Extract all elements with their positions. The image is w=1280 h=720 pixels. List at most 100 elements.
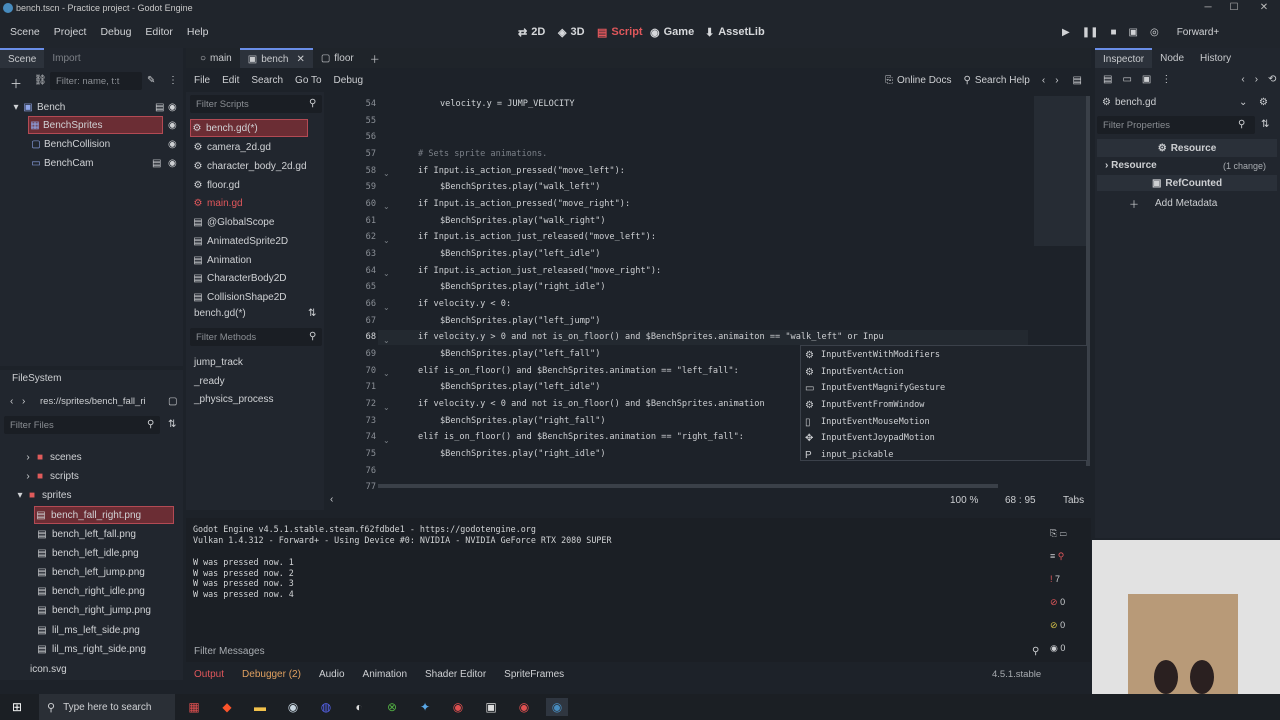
folder-scripts[interactable]: › ■ scripts [22, 467, 79, 485]
doc-item[interactable]: ▤ CharacterBody2D [192, 269, 286, 287]
split-view-icon[interactable]: ▢ [168, 396, 177, 407]
tab-spriteframes[interactable]: SpriteFrames [504, 669, 564, 680]
script-attached-icon[interactable]: ▤ [152, 158, 161, 169]
file-filter-input[interactable]: Filter Files [4, 416, 160, 434]
script-item[interactable]: ⚙ camera_2d.gd [192, 138, 271, 156]
toggle-scripts-panel-icon[interactable]: ‹ [330, 494, 333, 505]
file-item[interactable]: ▤ lil_ms_right_side.png [36, 640, 146, 658]
script-item-main[interactable]: ⚙ main.gd [192, 194, 243, 212]
save-resource-icon[interactable]: ▣ [1142, 74, 1151, 85]
collapse-icon[interactable]: ▾ [10, 102, 22, 113]
new-resource-icon[interactable]: ▤ [1103, 74, 1112, 85]
tab-shader-editor[interactable]: Shader Editor [425, 669, 486, 680]
close-icon[interactable]: ✕ [1250, 0, 1278, 16]
file-item[interactable]: ▤ bench_left_jump.png [36, 563, 145, 581]
movie-icon[interactable]: ◎ [1150, 27, 1159, 38]
mode-3d[interactable]: ◈ 3D [558, 24, 585, 40]
remote-debug-icon[interactable]: ▣ [1129, 27, 1138, 38]
play-icon[interactable]: ▶ [1062, 27, 1070, 38]
brave-icon[interactable]: ◆ [216, 698, 238, 716]
history-back-icon[interactable]: ‹ [1241, 74, 1244, 85]
visibility-icon[interactable]: ◉ [168, 102, 177, 113]
online-docs-button[interactable]: Online Docs [897, 75, 951, 86]
collapse-icon[interactable]: › [22, 452, 34, 463]
menu-project[interactable]: Project [54, 26, 87, 38]
app-icon[interactable]: ◉ [447, 698, 469, 716]
tab-audio[interactable]: Audio [319, 669, 345, 680]
file-item[interactable]: ▤ bench_right_idle.png [36, 582, 145, 600]
tab-output[interactable]: Output [194, 669, 224, 680]
obs-icon[interactable]: ◐ [348, 698, 370, 716]
folder-sprites[interactable]: ▾ ■ sprites [14, 486, 71, 504]
add-node-icon[interactable]: ＋ [10, 75, 22, 92]
doc-item[interactable]: ▤ @GlobalScope [192, 213, 274, 231]
xbox-icon[interactable]: ⊗ [381, 698, 403, 716]
doc-item[interactable]: ▤ CollisionShape2D [192, 288, 286, 306]
fold-icon[interactable]: ⌄ [383, 433, 390, 450]
zoom-level[interactable]: 100 % [950, 495, 978, 506]
filter-methods-input[interactable]: Filter Methods [190, 328, 322, 346]
mode-assetlib[interactable]: ⬇ AssetLib [705, 24, 765, 40]
back-icon[interactable]: ‹ [10, 396, 13, 407]
taskbar-search[interactable]: ⚲ Type here to search [39, 694, 175, 720]
fold-icon[interactable]: ⌄ [383, 333, 390, 350]
forward-icon[interactable]: › [22, 396, 25, 407]
doc-item[interactable]: ▤ Animation [192, 251, 251, 269]
app-icon[interactable]: ✦ [414, 698, 436, 716]
discord-icon[interactable]: ◍ [315, 698, 337, 716]
menu-editor[interactable]: Editor [145, 26, 172, 38]
clear-output-icon[interactable]: ⎘ ▭ [1050, 522, 1086, 545]
visibility-icon[interactable]: ◉ [168, 139, 177, 150]
renderer-select[interactable]: Forward+ [1177, 27, 1220, 38]
object-properties-icon[interactable]: ⚙ [1259, 97, 1268, 108]
fold-icon[interactable]: ⌄ [383, 300, 390, 317]
tab-animation[interactable]: Animation [363, 669, 407, 680]
file-icon-svg[interactable]: icon.svg [30, 660, 67, 678]
file-item[interactable]: ▤ lil_ms_left_side.png [36, 621, 140, 639]
tab-scene[interactable]: Scene [0, 48, 45, 68]
maximize-icon[interactable]: ☐ [1220, 0, 1248, 16]
horizontal-scrollbar[interactable] [378, 484, 998, 488]
tab-debugger[interactable]: Debugger (2) [242, 669, 301, 680]
script-item[interactable]: ⚙ floor.gd [192, 176, 240, 194]
code-minimap[interactable] [1034, 96, 1086, 246]
menu-debug[interactable]: Debug [100, 26, 131, 38]
scene-menu-icon[interactable]: ⋮ [168, 75, 178, 86]
method-item[interactable]: _physics_process [194, 390, 273, 408]
filter-scripts-input[interactable]: Filter Scripts [190, 95, 322, 113]
history-forward-icon[interactable]: › [1255, 74, 1258, 85]
file-bench-fall-right[interactable]: ▤ bench_fall_right.png [34, 506, 174, 524]
sort-icon[interactable]: ⇅ [308, 308, 316, 319]
app-icon[interactable]: ▣ [480, 698, 502, 716]
more-icon[interactable]: ⋮ [1161, 74, 1171, 85]
tab-history[interactable]: History [1192, 48, 1239, 68]
fold-icon[interactable]: ⌄ [383, 233, 390, 250]
add-tab-icon[interactable]: ＋ [362, 48, 388, 68]
method-item[interactable]: jump_track [194, 353, 243, 371]
inspected-file[interactable]: bench.gd [1115, 97, 1156, 108]
godot-taskbar-icon[interactable]: ◉ [546, 698, 568, 716]
filter-toggle-icon[interactable]: ≡ ⚲ [1050, 545, 1086, 568]
fold-icon[interactable]: ⌄ [383, 199, 390, 216]
history-icon[interactable]: ⟲ [1268, 74, 1276, 85]
calendar-icon[interactable]: ▦ [183, 698, 205, 716]
filesystem-path[interactable]: res://sprites/bench_fall_ri [40, 396, 146, 407]
script-menu-search[interactable]: Search [251, 75, 283, 86]
tab-import[interactable]: Import [44, 48, 88, 68]
chevron-down-icon[interactable]: ⌄ [1239, 97, 1247, 108]
message-count[interactable]: ⊘ 0 [1050, 614, 1086, 637]
menu-scene[interactable]: Scene [10, 26, 40, 38]
toggle-panel-icon[interactable]: ▤ [1073, 75, 1082, 86]
load-resource-icon[interactable]: ▭ [1122, 74, 1131, 85]
script-item[interactable]: ⚙ character_body_2d.gd [192, 157, 307, 175]
fold-icon[interactable]: ⌄ [383, 366, 390, 383]
mode-game[interactable]: ◉ Game [650, 24, 694, 40]
autocomplete-item[interactable]: InputEventWithModifiers [821, 350, 940, 360]
warning-count[interactable]: ⊘ 0 [1050, 591, 1086, 614]
mode-2d[interactable]: ⇄ 2D [518, 24, 545, 40]
tab-node[interactable]: Node [1152, 48, 1192, 68]
tree-node-benchcollision[interactable]: ▢ BenchCollision [30, 135, 170, 153]
add-metadata-button[interactable]: ＋ Add Metadata [1129, 196, 1217, 211]
resource-subsection[interactable]: › Resource [1105, 160, 1157, 171]
autocomplete-item[interactable]: InputEventMouseMotion [821, 417, 930, 427]
